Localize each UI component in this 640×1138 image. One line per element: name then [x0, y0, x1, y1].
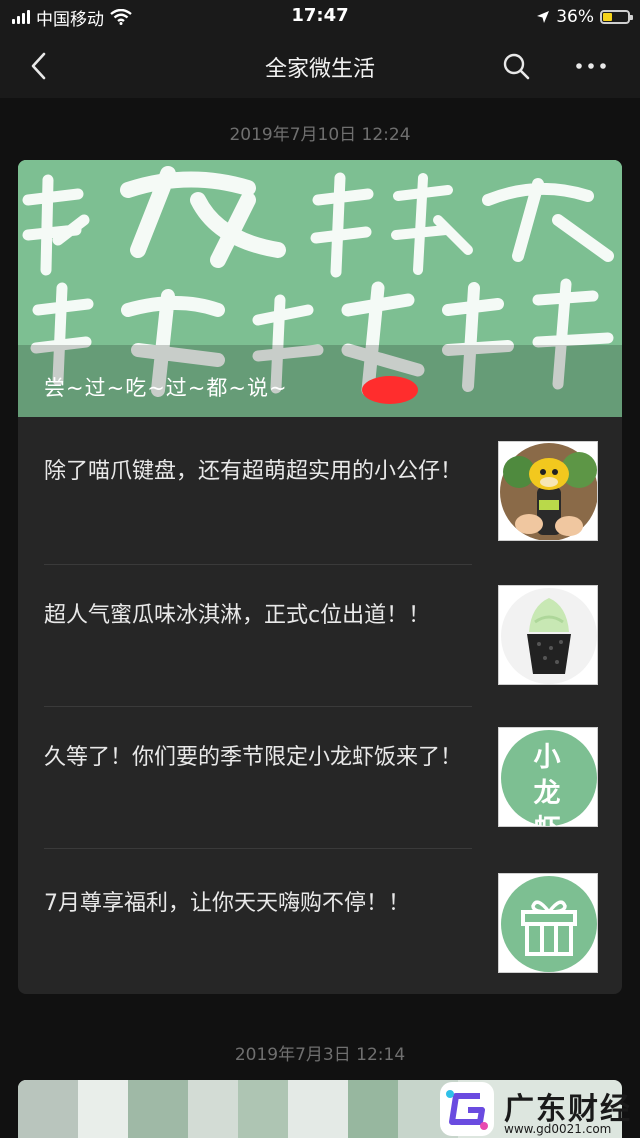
article-thumbnail [498, 441, 598, 541]
article-list-item[interactable]: 久等了！你们要的季节限定小龙虾饭来了！ 小龙虾 [18, 707, 622, 849]
search-icon[interactable] [500, 50, 532, 82]
article-list-item[interactable]: 超人气蜜瓜味冰淇淋，正式c位出道！！ [18, 565, 622, 707]
article-title: 7月尊享福利，让你天天嗨购不停！！ [44, 891, 410, 916]
watermark: 广东财经 www.gd0021.com [440, 1080, 640, 1138]
battery-icon [600, 10, 633, 24]
more-options-icon[interactable] [574, 50, 608, 82]
article-list-item[interactable]: 7月尊享福利，让你天天嗨购不停！！ [18, 849, 622, 994]
article-title: 久等了！你们要的季节限定小龙虾饭来了！ [44, 745, 463, 770]
message-timestamp: 2019年7月10日 12:24 [229, 125, 411, 145]
hero-article[interactable]: 尝~过~吃~过~都~说~ [18, 160, 622, 417]
article-thumbnail [498, 585, 598, 685]
article-title: 除了喵爪键盘，还有超萌超实用的小公仔！ [44, 459, 463, 484]
article-thumbnail: 小龙虾 [498, 727, 598, 827]
ice-cream-thumbnail-image [499, 586, 597, 684]
message-timestamp: 2019年7月3日 12:14 [234, 1045, 406, 1065]
hero-caption: 尝~过~吃~过~都~说~ [44, 376, 288, 400]
status-bar: 中国移动 17:47 36% [0, 0, 640, 34]
battery-percent: 36% [556, 7, 594, 27]
watermark-logo-icon [440, 1082, 494, 1136]
watermark-url: www.gd0021.com [504, 1122, 612, 1136]
nav-bar: 全家微生活 [0, 34, 640, 98]
article-card: 尝~过~吃~过~都~说~ 除了喵爪键盘，还有超萌超实用的小公仔！ 超人气蜜瓜味冰… [18, 160, 622, 994]
figurine-thumbnail-image [499, 442, 597, 540]
location-arrow-icon [537, 11, 550, 23]
article-title: 超人气蜜瓜味冰淇淋，正式c位出道！！ [44, 603, 431, 628]
article-thumbnail [498, 873, 598, 973]
thumbnail-label: 小龙虾 [533, 742, 565, 826]
article-list-item[interactable]: 除了喵爪键盘，还有超萌超实用的小公仔！ [18, 417, 622, 565]
page-title: 全家微生活 [264, 57, 375, 82]
status-right: 36% [536, 6, 633, 28]
gift-icon [499, 874, 597, 972]
